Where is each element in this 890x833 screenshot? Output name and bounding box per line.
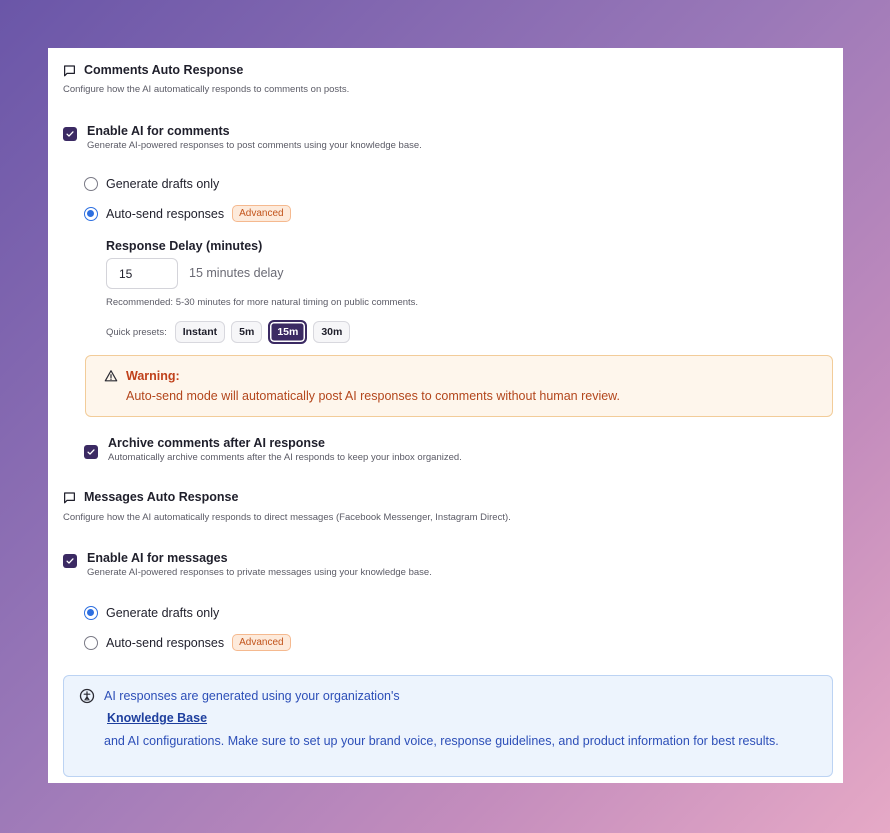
radio-label: Generate drafts only — [106, 177, 220, 191]
enable-ai-comments-row[interactable]: Enable AI for comments Generate AI-power… — [63, 123, 422, 152]
check-icon — [66, 558, 74, 564]
settings-panel: Comments Auto Response Configure how the… — [48, 48, 843, 783]
comment-icon — [64, 64, 75, 76]
recommendation-text: Recommended: 5-30 minutes for more natur… — [106, 297, 419, 308]
comments-radio-auto-send[interactable]: Auto-send responses Advanced — [84, 205, 291, 222]
messages-section-description: Configure how the AI automatically respo… — [63, 512, 511, 523]
radio-label: Generate drafts only — [106, 606, 220, 620]
quick-presets: Quick presets: Instant 5m 15m 30m — [106, 320, 351, 344]
radio-label: Auto-send responses — [106, 635, 225, 650]
response-delay-label: Response Delay (minutes) — [106, 239, 263, 253]
preset-instant-button[interactable]: Instant — [174, 321, 226, 343]
enable-ai-comments-checkbox[interactable] — [63, 127, 77, 141]
archive-comments-description: Automatically archive comments after the… — [108, 452, 462, 463]
warning-title: Warning: — [126, 369, 180, 383]
radio-button[interactable] — [84, 177, 98, 191]
check-icon — [87, 449, 95, 455]
archive-comments-row[interactable]: Archive comments after AI response Autom… — [84, 435, 462, 464]
archive-comments-checkbox[interactable] — [84, 445, 98, 459]
comments-section-header: Comments Auto Response — [63, 63, 243, 77]
preset-5m-button[interactable]: 5m — [231, 321, 263, 343]
radio-button[interactable] — [84, 635, 98, 650]
preset-15m-button[interactable]: 15m — [268, 320, 308, 344]
warning-box: Warning: Auto-send mode will automatical… — [85, 355, 833, 417]
messages-radio-auto-send[interactable]: Auto-send responses Advanced — [84, 634, 291, 651]
archive-comments-label: Archive comments after AI response — [108, 436, 325, 450]
info-text: AI responses are generated using your or… — [104, 689, 400, 703]
radio-button-selected[interactable] — [84, 206, 98, 221]
preset-30m-button[interactable]: 30m — [313, 321, 351, 343]
radio-label: Auto-send responses — [106, 206, 225, 221]
advanced-badge: Advanced — [232, 205, 291, 222]
ai-info-icon — [79, 688, 95, 704]
response-delay-note: 15 minutes delay — [189, 266, 284, 280]
enable-ai-comments-label: Enable AI for comments — [87, 124, 230, 138]
comments-section-description: Configure how the AI automatically respo… — [63, 84, 350, 95]
enable-ai-messages-checkbox[interactable] — [63, 554, 77, 568]
enable-ai-messages-row[interactable]: Enable AI for messages Generate AI-power… — [63, 550, 432, 579]
enable-ai-comments-description: Generate AI-powered responses to post co… — [87, 140, 422, 151]
enable-ai-messages-label: Enable AI for messages — [87, 551, 228, 565]
messages-radio-drafts[interactable]: Generate drafts only — [84, 606, 219, 620]
comments-section-title: Comments Auto Response — [84, 63, 244, 77]
message-icon — [64, 491, 75, 503]
messages-section-header: Messages Auto Response — [63, 490, 238, 504]
warning-icon — [104, 370, 118, 382]
comments-radio-drafts[interactable]: Generate drafts only — [84, 177, 219, 191]
enable-ai-messages-description: Generate AI-powered responses to private… — [87, 567, 432, 578]
radio-button-selected[interactable] — [84, 606, 98, 620]
info-text-continued: and AI configurations. Make sure to set … — [104, 734, 779, 748]
quick-presets-label: Quick presets: — [106, 326, 167, 338]
warning-text: Auto-send mode will automatically post A… — [126, 389, 620, 403]
messages-section-title: Messages Auto Response — [84, 490, 239, 504]
response-delay-input[interactable]: 15 — [106, 258, 178, 289]
info-box: AI responses are generated using your or… — [63, 675, 833, 777]
knowledge-base-link[interactable]: Knowledge Base — [107, 711, 207, 725]
check-icon — [66, 131, 74, 137]
advanced-badge: Advanced — [232, 634, 291, 651]
